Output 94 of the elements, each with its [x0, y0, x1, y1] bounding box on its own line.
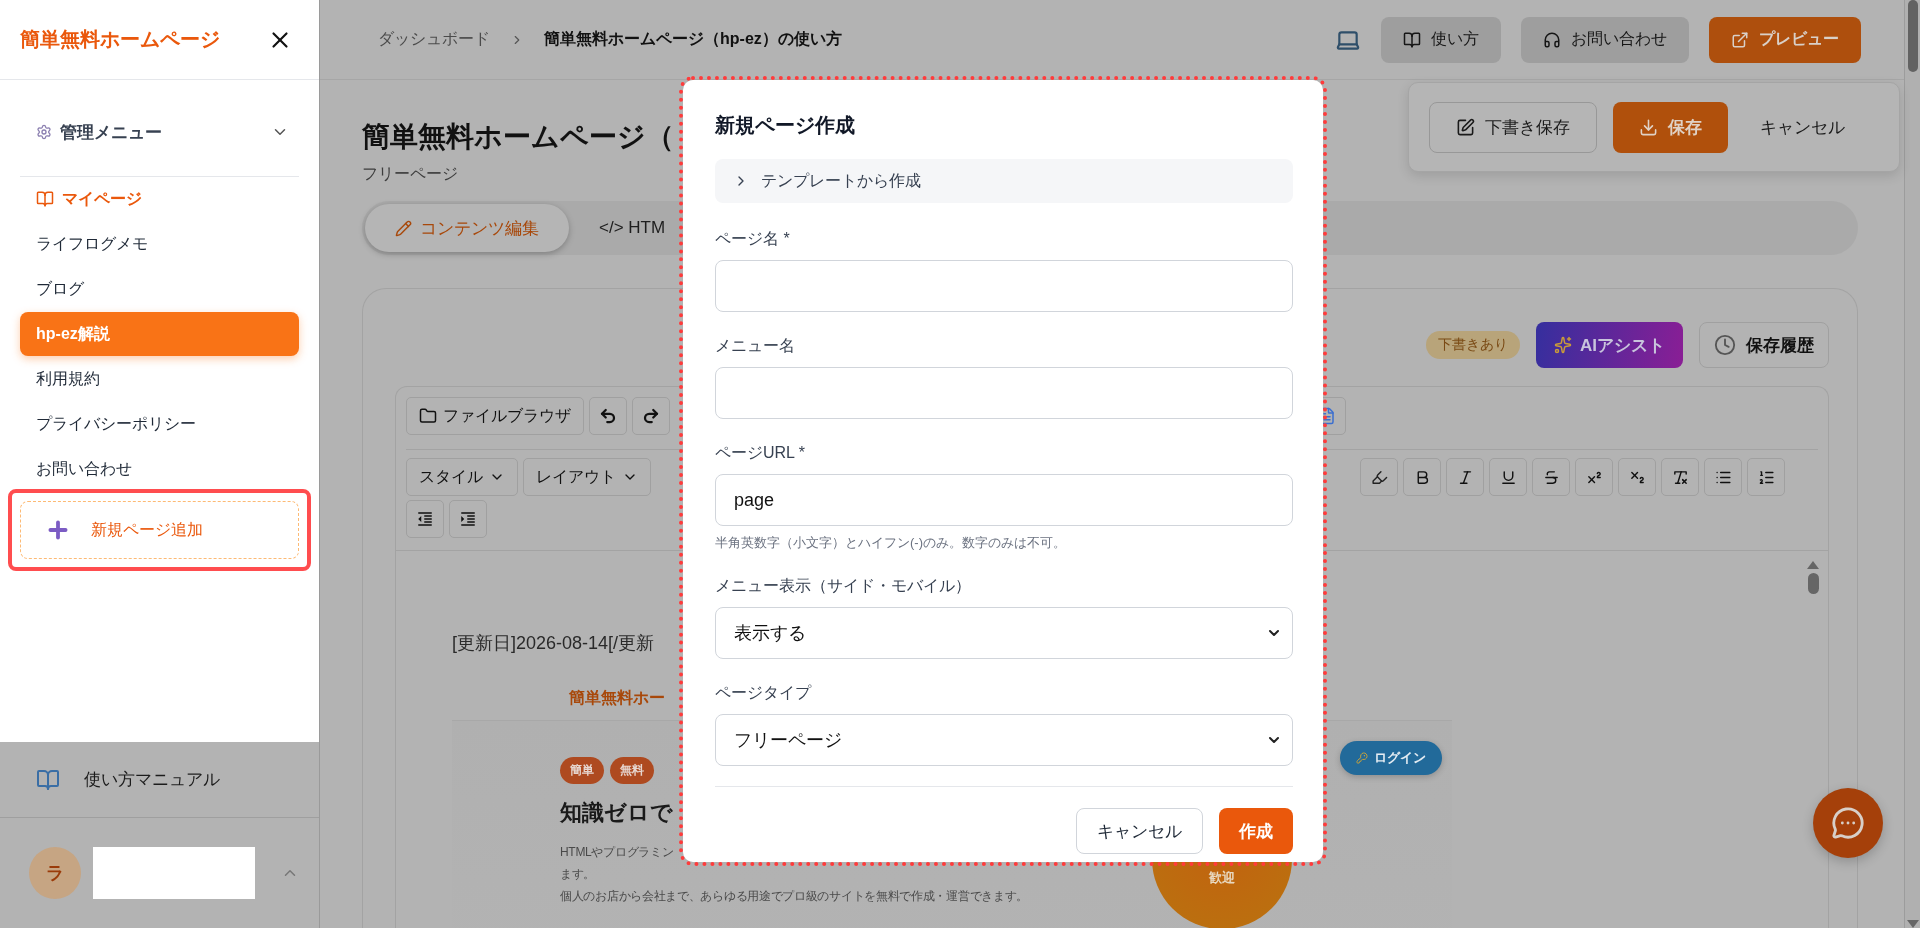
hero-heading: 知識ゼロで — [560, 799, 674, 827]
field-label: ページタイプ — [715, 683, 813, 703]
underline-icon — [1499, 468, 1517, 486]
ai-assist-button[interactable]: AIアシスト — [1536, 322, 1683, 368]
underline-button[interactable] — [1489, 458, 1527, 496]
scrollbar-thumb[interactable] — [1907, 0, 1918, 72]
draft-button[interactable]: 下書き保存 — [1429, 101, 1597, 153]
date-line: [更新日]2026-08-14[/更新 — [452, 632, 655, 655]
scrollbar-thumb[interactable] — [1807, 573, 1819, 594]
breadcrumb-item: 簡単無料ホームページ（hp-ez）の使い方 — [544, 29, 842, 49]
chat-icon — [1831, 806, 1865, 840]
dropdown-button[interactable]: レイアウト — [523, 458, 651, 496]
field-label: ページURL * — [715, 443, 807, 463]
clock-icon — [1714, 334, 1736, 356]
save-button[interactable]: 保存 — [1613, 101, 1728, 153]
undo-icon — [599, 407, 617, 425]
input-field[interactable] — [715, 260, 1293, 312]
clear-format-button[interactable] — [1661, 458, 1699, 496]
scroll-down-icon[interactable] — [1906, 920, 1919, 928]
outdent-button[interactable] — [406, 500, 444, 538]
hero-text: 個人のお店から会社まで、あらゆる用途でプロ級のサイトを無料で作成・運営できます。 — [560, 888, 1028, 905]
contact-button[interactable]: お問い合わせ — [1521, 16, 1689, 63]
add-page-button[interactable]: 新規ページ追加 — [20, 501, 299, 559]
site-title: 簡単無料ホー — [569, 688, 665, 708]
input-field[interactable]: page — [715, 474, 1293, 526]
create-button[interactable]: 作成 — [1219, 808, 1293, 854]
user-avatar: ラ — [29, 847, 81, 899]
draft-badge: 下書きあり — [1426, 331, 1520, 359]
login-button[interactable]: ログイン — [1340, 741, 1442, 775]
history-button[interactable]: 保存履歴 — [1699, 322, 1829, 368]
hero-text: HTMLやプログラミン — [560, 844, 674, 861]
dropdown-button[interactable]: スタイル — [406, 458, 518, 496]
sparkles-icon — [1554, 336, 1572, 354]
folder-icon — [419, 407, 437, 425]
highlighter-icon — [1370, 468, 1388, 486]
field-hint: 半角英数字（小文字）とハイフン(-)のみ。数字のみは不可。 — [715, 534, 1067, 552]
bullet-list-button[interactable] — [1704, 458, 1742, 496]
help-button[interactable]: 使い方 — [1381, 16, 1501, 63]
preview-button[interactable]: プレビュー — [1709, 16, 1861, 63]
indent-button[interactable] — [449, 500, 487, 538]
strikethrough-icon — [1542, 468, 1560, 486]
cancel-button[interactable]: キャンセル — [1076, 808, 1203, 854]
book-icon — [1403, 30, 1421, 49]
page-subtitle: フリーページ — [362, 164, 458, 184]
book-icon — [36, 767, 60, 792]
strikethrough-button[interactable] — [1532, 458, 1570, 496]
pencil-icon — [395, 219, 412, 237]
cancel-button[interactable]: キャンセル — [1744, 101, 1861, 153]
chat-button[interactable] — [1813, 788, 1883, 858]
sidebar-item[interactable]: 利用規約 — [20, 357, 299, 401]
scroll-up-icon[interactable] — [1807, 561, 1819, 569]
highlighter-button[interactable] — [1360, 458, 1398, 496]
undo-button[interactable] — [589, 397, 627, 435]
field-label: メニュー名 — [715, 336, 796, 356]
external-link-icon — [1731, 30, 1749, 49]
sidebar-item[interactable]: ライフログメモ — [20, 222, 299, 266]
menu-header-label: 管理メニュー — [60, 121, 163, 144]
numbered-list-button[interactable] — [1747, 458, 1785, 496]
sidebar-item[interactable]: プライバシーポリシー — [20, 402, 299, 446]
file-browser-button[interactable]: ファイルブラウザ — [406, 397, 584, 435]
sidebar-item[interactable]: マイページ — [20, 177, 299, 221]
template-toggle[interactable]: テンプレートから作成 — [715, 159, 1293, 203]
manual-link[interactable]: 使い方マニュアル — [0, 742, 319, 818]
indent-icon — [459, 510, 477, 528]
sidebar-item[interactable]: ブログ — [20, 267, 299, 311]
hero-text: ます。 — [560, 866, 596, 883]
italic-button[interactable] — [1446, 458, 1484, 496]
redo-button[interactable] — [632, 397, 670, 435]
outdent-icon — [416, 510, 434, 528]
numbered-list-icon — [1757, 468, 1775, 486]
superscript-button[interactable] — [1575, 458, 1613, 496]
book-icon — [36, 190, 54, 208]
tag: 簡単 — [560, 757, 604, 784]
clear-format-icon — [1671, 468, 1689, 486]
redo-icon — [642, 407, 660, 425]
tag: 無料 — [610, 757, 654, 784]
select-field[interactable]: 表示する — [715, 607, 1293, 659]
edit-icon — [1456, 117, 1475, 137]
select-field[interactable]: フリーページ — [715, 714, 1293, 766]
input-field[interactable] — [715, 367, 1293, 419]
app-title: 簡単無料ホームページ — [20, 27, 220, 52]
key-icon — [1356, 752, 1368, 764]
menu-header[interactable]: 管理メニュー — [20, 110, 299, 154]
gear-icon — [36, 124, 52, 140]
subscript-button[interactable] — [1618, 458, 1656, 496]
page-title: 簡単無料ホームページ（ — [362, 120, 674, 154]
bold-button[interactable] — [1403, 458, 1441, 496]
breadcrumb-item[interactable]: ダッシュボード — [378, 29, 490, 50]
sidebar-item[interactable]: お問い合わせ — [20, 447, 299, 491]
field-label: メニュー表示（サイド・モバイル） — [715, 576, 972, 596]
download-icon — [1639, 117, 1658, 137]
field-label: ページ名 * — [715, 229, 791, 249]
headset-icon — [1543, 30, 1561, 49]
dialog-title: 新規ページ作成 — [715, 113, 856, 138]
